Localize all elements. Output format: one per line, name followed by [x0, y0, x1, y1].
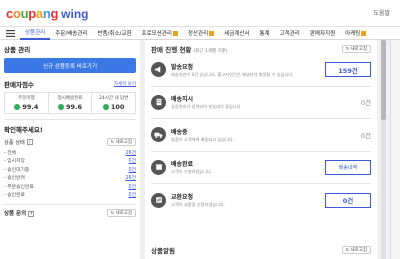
count-button[interactable]: 159건 [325, 62, 371, 78]
tab-promotion[interactable]: 프로모션관리 [137, 26, 183, 40]
score-cell: 주문이행 99.4 [5, 93, 49, 113]
list-item: - 승인대기중 0건 [4, 167, 136, 173]
hamburger-menu-icon[interactable] [0, 26, 20, 40]
score-detail-link[interactable]: 자세히 보기 [114, 81, 136, 87]
scrollbar-thumb[interactable] [381, 40, 386, 120]
refresh-icon: ↻ [345, 247, 350, 253]
status-row-shipping-order: 배송지시 송장번호가 입력되어 발송대기 중입니다. 0건 [151, 87, 371, 119]
status-row-in-transit: 배송중 물품이 고객에게 배송되고 있습니다. 0건 [151, 119, 371, 152]
tab-settlement[interactable]: 정산관리 [183, 26, 219, 40]
delivery-history-button[interactable]: 배송내역 [325, 159, 371, 175]
tab-product[interactable]: 상품관리 [20, 26, 51, 40]
list-item: - 부분승인완료 0건 [4, 184, 136, 190]
list-item: - 임시저장 0건 [4, 159, 136, 165]
new-badge-icon [172, 30, 178, 36]
document-icon [151, 94, 166, 110]
product-inquiry-label: 상품 문의? [4, 210, 35, 217]
sales-status-title: 판매 진행 현황 (최근 1개월 기준) [151, 46, 228, 54]
score-cell: 24시간 내 답변 100 [99, 96, 129, 111]
new-product-button[interactable]: 신규 상품등록 바로가기 [4, 58, 136, 73]
product-alert-title: 상품알림 [151, 247, 175, 255]
coupang-logo[interactable]: coupang wing [6, 6, 88, 21]
product-status-list: - 전체 26건 - 임시저장 0건 - 승인대기중 0건 - 승인반려 26건 - 부… [4, 148, 136, 199]
sales-status-panel: 판매 진행 현황 (최근 1개월 기준) ↻ 새로고침 발송요청 배송지연이 0건 있… [145, 40, 377, 259]
logo-letter: c [6, 5, 13, 21]
logo-letter: p [28, 5, 36, 21]
tab-order[interactable]: 주문/배송관리 [50, 26, 92, 40]
status-row-shipping-request: 발송요청 배송지연이 0건 있습니다. 출고지연건은 패널티가 발생될 수 있습니… [151, 54, 371, 87]
tab-seller-support[interactable]: 판매자지원 [305, 26, 340, 40]
new-badge-icon [209, 30, 215, 36]
product-management-title: 상품 관리 [4, 46, 31, 54]
tab-customer[interactable]: 고객관리 [275, 26, 305, 40]
box-icon [151, 159, 166, 175]
count-button[interactable]: 0건 [325, 192, 371, 208]
status-row-exchange: 교환요청 고객이 교환을 신청하였습니다. 0건 [151, 184, 371, 217]
tab-marketing[interactable]: 아케팅 [340, 26, 371, 40]
tab-tax[interactable]: 세금계산서 [219, 26, 254, 40]
count-value: 0건 [360, 99, 371, 108]
logo-letter: g [50, 5, 59, 21]
score-grid: 주문이행 99.4 정시배송완료 99.6 24시간 내 답변 100 [4, 92, 136, 114]
scrollbar[interactable] [381, 40, 386, 259]
main-nav: 상품관리 주문/배송관리 반품/취소/교환 프로모션관리 정산관리 세금계산서 … [0, 26, 400, 40]
tab-stats[interactable]: 통계 [254, 26, 274, 40]
tab-return[interactable]: 반품/취소/교환 [92, 26, 136, 40]
refresh-button[interactable]: ↻ 새로고침 [106, 209, 136, 217]
megaphone-icon [151, 62, 166, 78]
status-dot-icon [14, 104, 21, 110]
score-cell: 정시배송완료 99.6 [49, 93, 93, 113]
product-status-label: 상품 상태? [4, 139, 33, 146]
logo-word: coupang [6, 6, 58, 21]
refresh-button[interactable]: ↻ 새로고침 [106, 138, 136, 146]
refresh-button[interactable]: ↻ 새로고침 [341, 45, 371, 53]
left-panel: 상품 관리 신규 상품등록 바로가기 판매자점수 자세히 보기 주문이행 99.… [0, 40, 140, 259]
refresh-icon: ↻ [110, 139, 115, 145]
status-dot-icon [102, 104, 109, 110]
seller-score-title: 판매자점수 [4, 81, 34, 89]
logo-letter: n [42, 5, 51, 21]
logo-letter: o [12, 5, 21, 21]
status-row-delivered: 배송완료 고객이 수령하였습니다. 배송내역 [151, 152, 371, 184]
new-badge-icon [361, 30, 367, 36]
logo-letter: a [35, 5, 43, 21]
logo-wing: wing [61, 6, 89, 21]
exchange-icon [151, 192, 166, 208]
help-link[interactable]: 도움말 [373, 8, 390, 17]
refresh-icon: ↻ [110, 210, 115, 216]
truck-icon [151, 127, 166, 143]
status-dot-icon [57, 104, 64, 110]
side-panel-edge [390, 40, 400, 259]
list-item: - 전체 26건 [4, 150, 136, 156]
top-bar: coupang wing 도움말 [0, 0, 400, 26]
count-value: 0건 [360, 131, 371, 140]
help-icon[interactable]: ? [28, 210, 35, 217]
help-icon[interactable]: ? [26, 139, 33, 145]
refresh-icon: ↻ [345, 46, 350, 52]
list-item: - 승인완료 0건 [4, 193, 136, 199]
list-item: - 승인반려 26건 [4, 176, 136, 182]
check-title: 확인해주세요! [4, 126, 43, 134]
refresh-button[interactable]: ↻ 새로고침 [341, 246, 371, 254]
